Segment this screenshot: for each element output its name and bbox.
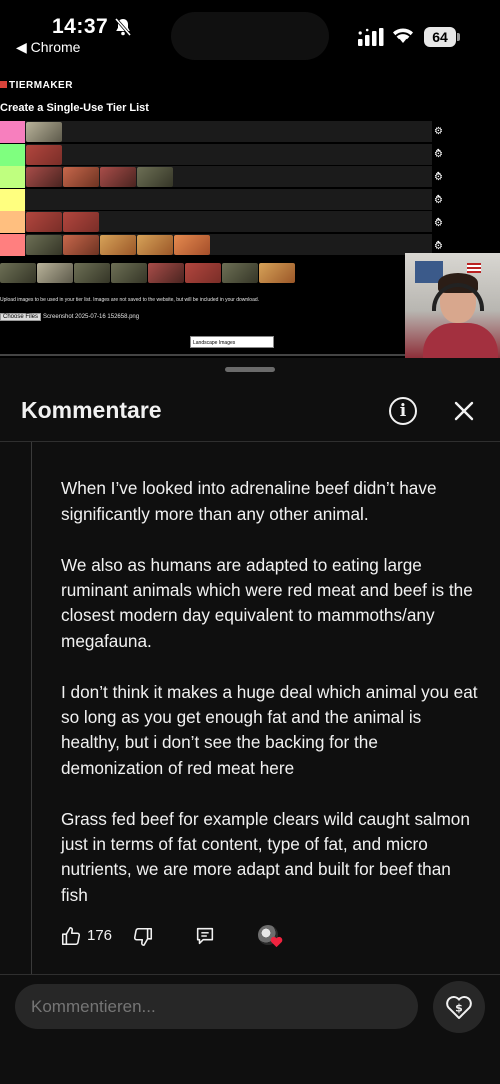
upload-row: Choose Files Screenshot 2025-07-16 15265…: [0, 313, 139, 321]
file-name: Screenshot 2025-07-16 152658.png: [43, 314, 140, 320]
tier-label: [0, 166, 25, 188]
thumbs-up-icon[interactable]: [60, 925, 82, 947]
food-image: [111, 263, 147, 283]
tier-settings-icon: ⚙ ⌃: [434, 126, 443, 159]
tier-settings-icon: ⚙ ⌃: [434, 172, 443, 205]
close-icon[interactable]: [451, 398, 477, 424]
thumbs-down-icon[interactable]: [132, 926, 154, 948]
like-count: 176: [87, 927, 113, 944]
tier-row: [0, 188, 432, 211]
tiermaker-logo: TIERMAKER: [0, 80, 73, 91]
food-image: [74, 263, 110, 283]
food-image: [26, 167, 62, 187]
clock: 14:37: [52, 15, 109, 38]
tier-label: [0, 233, 25, 256]
food-image: [137, 234, 173, 255]
tier-row: [0, 143, 432, 166]
upload-note: Upload images to be used in your tier li…: [0, 297, 260, 303]
comment-paragraph: Grass fed beef for example clears wild c…: [61, 808, 470, 905]
comments-title: Kommentare: [21, 397, 162, 423]
food-image: [26, 122, 62, 142]
scroll-mask: [40, 442, 500, 456]
food-image: [63, 167, 99, 187]
tier-label: [0, 121, 25, 143]
wifi-icon: [393, 28, 413, 43]
comment-body: When I’ve looked into adrenaline beef di…: [61, 426, 481, 934]
choose-files-button: Choose Files: [0, 313, 42, 321]
tier-label: [0, 143, 25, 166]
food-image: [0, 263, 36, 283]
food-image: [63, 212, 99, 232]
food-image: [26, 234, 62, 255]
heart-dollar-icon: $: [446, 996, 472, 1019]
tier-row: [0, 211, 432, 233]
creator-heart-badge: [258, 925, 284, 951]
back-to-chrome-link[interactable]: ◀ Chrome: [16, 39, 80, 56]
svg-text:$: $: [455, 1002, 463, 1015]
status-bar: 14:37 ◀ Chrome 64: [0, 0, 500, 75]
food-image: [100, 234, 136, 255]
food-image: [137, 167, 173, 187]
thread-line: [31, 442, 32, 974]
bell-slash-icon: [114, 18, 132, 36]
dynamic-island: [171, 12, 329, 60]
food-image: [185, 263, 221, 283]
tier-label: [0, 211, 25, 233]
food-image: [259, 263, 295, 283]
food-image: [222, 263, 258, 283]
video-player[interactable]: TIERMAKER Create a Single-Use Tier List: [0, 75, 500, 358]
tier-list-title: Create a Single-Use Tier List: [0, 102, 149, 114]
heart-icon: [270, 936, 283, 948]
comment-paragraph: We also as humans are adapted to eating …: [61, 554, 473, 651]
food-image: [37, 263, 73, 283]
food-image: [26, 212, 62, 232]
food-image: [26, 144, 62, 165]
webcam-overlay: [405, 253, 500, 358]
comment-actions: 176: [60, 924, 320, 950]
tier-label: [0, 188, 25, 211]
battery-tip: [457, 33, 460, 41]
drag-handle[interactable]: [225, 367, 275, 372]
signal-icon: [358, 28, 384, 46]
comment-paragraph: When I’ve looked into adrenaline beef di…: [61, 478, 437, 524]
reply-icon[interactable]: [194, 925, 216, 947]
food-image: [148, 263, 184, 283]
food-image: [63, 234, 99, 255]
food-image: [174, 234, 210, 255]
input-divider: [0, 974, 500, 975]
tier-settings-icon: ⚙ ⌃: [434, 218, 443, 251]
food-image: [100, 167, 136, 187]
tier-settings-icon: ⚙ ⌃: [434, 195, 443, 228]
image-type-select: Landscape Images: [190, 336, 274, 348]
comment-paragraph: I don’t think it makes a huge deal which…: [61, 681, 478, 778]
tier-settings-icon: ⚙ ⌃: [434, 149, 443, 182]
info-icon[interactable]: i: [389, 397, 417, 425]
horizontal-scrollbar: [0, 354, 410, 356]
tier-row: [0, 121, 432, 143]
tier-table: [0, 121, 432, 256]
comments-sheet: Kommentare i When I’ve looked into adren…: [0, 358, 500, 1084]
comment-input[interactable]: [15, 984, 418, 1029]
super-thanks-button[interactable]: $: [433, 981, 485, 1033]
tier-row: [0, 233, 432, 256]
battery-icon: 64: [424, 27, 456, 47]
image-pool: [0, 261, 432, 285]
tier-row: [0, 166, 432, 188]
